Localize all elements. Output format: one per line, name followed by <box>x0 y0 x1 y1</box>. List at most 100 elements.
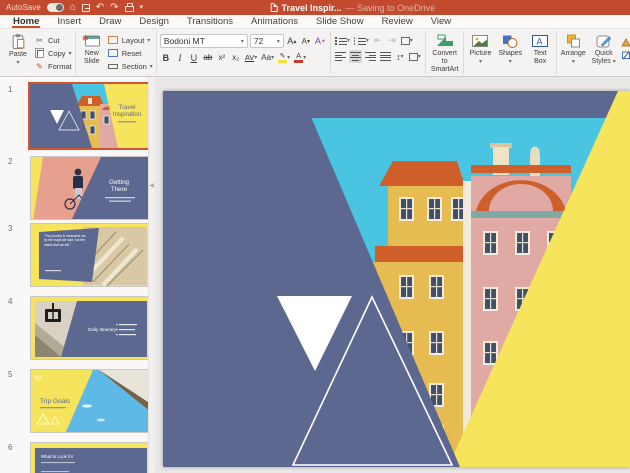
picture-icon <box>471 33 489 49</box>
paste-button[interactable]: Paste ▾ <box>5 32 31 68</box>
picture-button[interactable]: Picture ▾ <box>467 32 493 67</box>
text-box-button[interactable]: A Text Box <box>527 32 553 67</box>
thumb5-title: Trip Goals <box>40 398 71 405</box>
thumb1-title-line2: Inspiration <box>113 111 142 118</box>
autosave-label: AutoSave <box>6 3 41 12</box>
bullets-button[interactable]: ▾ <box>334 34 351 47</box>
font-color-button[interactable]: A▾ <box>293 51 307 64</box>
cut-button[interactable]: ✂Cut <box>34 34 72 46</box>
redo-icon[interactable]: ↷ <box>110 3 118 13</box>
customize-toolbar-chevron-icon[interactable]: ▾ <box>140 3 144 13</box>
tab-view[interactable]: View <box>422 15 460 28</box>
arrange-icon <box>565 33 582 49</box>
highlight-color-button[interactable]: ✎▾ <box>277 51 291 64</box>
arrange-group: Arrange ▾ Quick Styles ▾ Shape Fill <box>557 31 630 74</box>
slides-group: ✱ New Slide Layout ▾ Reset Section ▾ <box>76 31 157 74</box>
undo-icon[interactable]: ↶ <box>96 3 104 13</box>
quick-styles-icon <box>595 33 613 49</box>
align-left-icon <box>335 52 346 61</box>
arrange-button[interactable]: Arrange ▾ <box>560 32 586 67</box>
subscript-button[interactable]: x₂ <box>230 51 242 64</box>
quick-styles-button[interactable]: Quick Styles ▾ <box>589 32 618 67</box>
align-right-button[interactable] <box>364 50 377 63</box>
smartart-group: Convert to SmartArt <box>426 31 465 74</box>
thumbnail-scrollbar[interactable] <box>148 77 155 473</box>
justify-button[interactable] <box>379 50 392 63</box>
direction-icon <box>401 37 410 45</box>
slide-thumbnail-4[interactable]: Daily Itinerary <box>30 296 150 360</box>
increase-font-size-button[interactable]: A▴ <box>286 35 298 48</box>
slide-thumbnail-panel: 1 <box>0 77 155 473</box>
strikethrough-button[interactable]: ab <box>202 51 214 64</box>
layout-button[interactable]: Layout ▾ <box>108 34 153 46</box>
decrease-indent-button[interactable]: ⇤ <box>372 34 384 47</box>
section-button[interactable]: Section ▾ <box>108 60 153 72</box>
saving-status: — Saving to OneDrive <box>346 3 436 13</box>
autosave-toggle[interactable] <box>47 3 64 12</box>
shape-outline-button[interactable]: Shape Outline <box>621 49 630 61</box>
character-spacing-button[interactable]: AV▾ <box>244 51 258 64</box>
superscript-button[interactable]: x² <box>216 51 228 64</box>
shapes-button[interactable]: Shapes ▾ <box>497 32 525 67</box>
slide-thumbnail-1[interactable]: Travel Inspiration <box>30 84 150 148</box>
format-painter-button[interactable]: ✎ Format <box>34 60 72 72</box>
tab-draw[interactable]: Draw <box>90 15 130 28</box>
shapes-icon <box>501 33 519 49</box>
insert-group: Picture ▾ Shapes ▾ A Text Box <box>464 31 557 74</box>
reset-button[interactable]: Reset <box>108 47 153 59</box>
paste-icon <box>10 33 27 50</box>
clear-formatting-button[interactable]: A✦ <box>314 35 327 48</box>
tab-home[interactable]: Home <box>4 15 48 28</box>
slide-thumbnail-2[interactable]: Getting There <box>30 156 150 220</box>
columns-icon <box>409 53 418 61</box>
smartart-icon <box>435 33 455 49</box>
font-color-icon: A <box>294 52 303 63</box>
numbering-icon <box>354 36 366 45</box>
panel-collapse-arrow-icon[interactable]: ◀ <box>149 182 154 189</box>
home-icon[interactable]: ⌂ <box>70 3 76 13</box>
tab-transitions[interactable]: Transitions <box>178 15 242 28</box>
convert-to-smartart-button[interactable]: Convert to SmartArt <box>429 32 461 75</box>
title-bar: AutoSave ⌂ ↶ ↷ ▾ Travel Inspir... — Savi… <box>0 0 630 15</box>
numbering-button[interactable]: ▾ <box>353 34 370 47</box>
svg-text:✱: ✱ <box>82 34 89 43</box>
slide-number: 5 <box>0 369 30 433</box>
align-center-button[interactable] <box>349 50 362 63</box>
align-left-button[interactable] <box>334 50 347 63</box>
tab-slideshow[interactable]: Slide Show <box>307 15 373 28</box>
slide-thumbnail-3[interactable]: “The journey is measured not by the maps… <box>30 223 150 287</box>
bold-button[interactable]: B <box>160 51 172 64</box>
document-title: Travel Inspir... — Saving to OneDrive <box>271 3 436 13</box>
tab-insert[interactable]: Insert <box>48 15 90 28</box>
slide-number: 6 <box>0 442 30 473</box>
change-case-button[interactable]: Aa▾ <box>260 51 275 64</box>
highlight-icon: ✎ <box>278 53 287 63</box>
new-slide-button[interactable]: ✱ New Slide <box>79 32 105 67</box>
slide-thumbnail-5[interactable]: Trip Goals <box>30 369 150 433</box>
layout-icon <box>108 36 118 44</box>
font-size-select[interactable]: 72▾ <box>250 34 284 48</box>
paragraph-marks-button[interactable]: ▾ <box>400 34 414 47</box>
slide-thumbnail-6[interactable]: What to Look for <box>30 442 150 473</box>
line-spacing-button[interactable]: ↕▾ <box>394 50 406 63</box>
tab-animations[interactable]: Animations <box>242 15 307 28</box>
underline-button[interactable]: U <box>188 51 200 64</box>
document-name: Travel Inspir... <box>282 3 342 13</box>
ribbon-tabs: Home Insert Draw Design Transitions Anim… <box>0 15 630 29</box>
italic-button[interactable]: I <box>174 51 186 64</box>
current-slide-editor[interactable] <box>163 91 630 467</box>
document-icon <box>271 3 278 12</box>
columns-button[interactable]: ▾ <box>408 50 422 63</box>
save-icon[interactable] <box>82 4 90 12</box>
tab-review[interactable]: Review <box>373 15 422 28</box>
font-name-select[interactable]: Bodoni MT▾ <box>160 34 248 48</box>
copy-icon <box>37 50 44 58</box>
tab-design[interactable]: Design <box>130 15 178 28</box>
shape-fill-button[interactable]: Shape Fill <box>621 36 630 48</box>
print-icon[interactable] <box>125 6 134 12</box>
increase-indent-button[interactable]: ⇥ <box>386 34 398 47</box>
paragraph-group: ▾ ▾ ⇤ ⇥ ▾ ↕▾ ▾ <box>331 31 426 74</box>
reset-icon <box>108 49 118 57</box>
copy-button[interactable]: Copy ▾ <box>34 47 72 59</box>
decrease-font-size-button[interactable]: A▾ <box>300 35 312 48</box>
